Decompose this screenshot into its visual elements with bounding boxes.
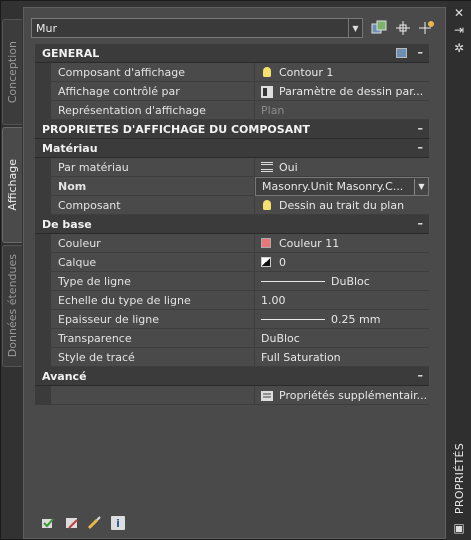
info-icon[interactable]: i bbox=[111, 516, 125, 530]
match-properties-icon[interactable] bbox=[87, 516, 101, 530]
property-grid: GENERAL – Composant d'affichage Contour … bbox=[35, 44, 429, 405]
chevron-down-icon[interactable]: ▼ bbox=[348, 19, 362, 37]
palette-menu-icon[interactable]: ▣ bbox=[451, 521, 467, 535]
property-row[interactable]: Calque 0 bbox=[35, 252, 429, 272]
property-value: Paramètre de dessin par... bbox=[279, 84, 424, 98]
tab-conception-label: Conception bbox=[6, 40, 19, 104]
property-label: Composant bbox=[51, 195, 255, 215]
property-row[interactable]: Affichage contrôlé par Paramètre de dess… bbox=[35, 81, 429, 101]
material-icon bbox=[261, 162, 273, 172]
section-general-title: GENERAL bbox=[42, 46, 100, 60]
property-value: Dessin au trait du plan bbox=[279, 198, 405, 212]
property-value: 1.00 bbox=[261, 293, 286, 307]
property-label: Calque bbox=[51, 252, 255, 272]
property-label: Echelle du type de ligne bbox=[51, 290, 255, 310]
property-row[interactable]: Propriétés supplémentair... bbox=[35, 385, 429, 405]
collapse-icon[interactable]: – bbox=[418, 369, 424, 382]
property-label bbox=[51, 385, 255, 405]
property-row[interactable]: Nom Masonry.Unit Masonry.C... ▼ bbox=[35, 176, 429, 196]
palette-title: PROPRIÉTÉS bbox=[450, 441, 468, 517]
property-row[interactable]: Epaisseur de ligne 0.25 mm bbox=[35, 309, 429, 329]
property-label: Nom bbox=[51, 176, 255, 196]
section-materiau[interactable]: Matériau – bbox=[35, 139, 429, 158]
property-label: Transparence bbox=[51, 328, 255, 348]
bulb-icon bbox=[263, 67, 271, 77]
property-value: Couleur 11 bbox=[279, 236, 340, 250]
property-row[interactable]: Composant d'affichage Contour 1 bbox=[35, 62, 429, 82]
property-row: Représentation d'affichage Plan bbox=[35, 100, 429, 120]
calculator-icon[interactable] bbox=[396, 48, 407, 58]
select-objects-icon[interactable] bbox=[394, 19, 412, 37]
property-label: Epaisseur de ligne bbox=[51, 309, 255, 329]
property-label: Type de ligne bbox=[51, 271, 255, 291]
section-avance-title: Avancé bbox=[42, 369, 87, 383]
object-type-value: Mur bbox=[36, 21, 57, 35]
property-value: DuBloc bbox=[331, 274, 370, 288]
tab-donnees-etendues[interactable]: Données étendues bbox=[2, 245, 22, 367]
add-selected-icon[interactable] bbox=[41, 516, 55, 530]
property-label: Couleur bbox=[51, 233, 255, 253]
edit-style-icon[interactable] bbox=[65, 516, 79, 530]
property-label: Affichage contrôlé par bbox=[51, 81, 255, 101]
property-value: Oui bbox=[279, 160, 298, 174]
section-general[interactable]: GENERAL – bbox=[35, 44, 429, 63]
collapse-icon[interactable]: – bbox=[418, 217, 424, 230]
property-value: 0.25 mm bbox=[331, 312, 381, 326]
property-value: Plan bbox=[261, 103, 285, 117]
pickadd-toggle-icon[interactable] bbox=[418, 19, 436, 37]
collapse-icon[interactable]: – bbox=[418, 46, 424, 59]
collapse-icon[interactable]: – bbox=[418, 122, 424, 135]
section-proprietes-affichage[interactable]: PROPRIETES D'AFFICHAGE DU COMPOSANT – bbox=[35, 120, 429, 139]
section-materiau-title: Matériau bbox=[42, 141, 98, 155]
property-row[interactable]: Echelle du type de ligne 1.00 bbox=[35, 290, 429, 310]
property-value: DuBloc bbox=[261, 331, 300, 345]
autohide-icon[interactable]: ⇥ bbox=[451, 23, 467, 37]
property-row[interactable]: Transparence DuBloc bbox=[35, 328, 429, 348]
properties-palette: Conception Affichage Données étendues Mu… bbox=[0, 0, 471, 540]
section-debase-title: De base bbox=[42, 217, 92, 231]
gear-icon[interactable]: ✲ bbox=[451, 41, 467, 55]
material-name-value: Masonry.Unit Masonry.C... bbox=[262, 179, 404, 193]
property-label: Style de tracé bbox=[51, 347, 255, 367]
property-value: Propriétés supplémentair... bbox=[279, 388, 428, 402]
property-row[interactable]: Couleur Couleur 11 bbox=[35, 233, 429, 253]
lineweight-sample bbox=[261, 318, 325, 320]
close-icon[interactable]: ✕ bbox=[451, 6, 467, 20]
palette-title-text: PROPRIÉTÉS bbox=[452, 443, 466, 515]
layer-icon bbox=[261, 257, 271, 267]
property-label: Composant d'affichage bbox=[51, 62, 255, 82]
section-proprietes-title: PROPRIETES D'AFFICHAGE DU COMPOSANT bbox=[42, 122, 310, 136]
property-row[interactable]: Type de ligne DuBloc bbox=[35, 271, 429, 291]
chevron-down-icon[interactable]: ▼ bbox=[414, 178, 428, 195]
property-value: 0 bbox=[279, 255, 286, 269]
linetype-sample bbox=[261, 280, 325, 282]
property-row[interactable]: Style de tracé Full Saturation bbox=[35, 347, 429, 367]
tab-conception[interactable]: Conception bbox=[2, 19, 22, 125]
color-swatch bbox=[261, 238, 271, 248]
property-value: Full Saturation bbox=[261, 350, 341, 364]
drawing-settings-icon bbox=[261, 85, 273, 98]
collapse-icon[interactable]: – bbox=[418, 141, 424, 154]
object-type-select[interactable]: Mur ▼ bbox=[31, 18, 363, 38]
property-row[interactable]: Composant Dessin au trait du plan bbox=[35, 195, 429, 215]
tab-affichage[interactable]: Affichage bbox=[2, 127, 22, 243]
property-row[interactable]: Par matériau Oui bbox=[35, 157, 429, 177]
property-label: Par matériau bbox=[51, 157, 255, 177]
list-icon bbox=[261, 389, 273, 401]
properties-panel: Mur ▼ GENERAL – Composant d'affichage Co… bbox=[23, 7, 446, 539]
tab-donnees-label: Données étendues bbox=[6, 254, 19, 358]
bulb-icon bbox=[263, 200, 271, 210]
section-de-base[interactable]: De base – bbox=[35, 215, 429, 234]
quick-select-icon[interactable] bbox=[370, 19, 388, 37]
property-label: Représentation d'affichage bbox=[51, 100, 255, 120]
tab-affichage-label: Affichage bbox=[6, 159, 19, 211]
property-value: Contour 1 bbox=[279, 65, 334, 79]
section-avance[interactable]: Avancé – bbox=[35, 367, 429, 386]
